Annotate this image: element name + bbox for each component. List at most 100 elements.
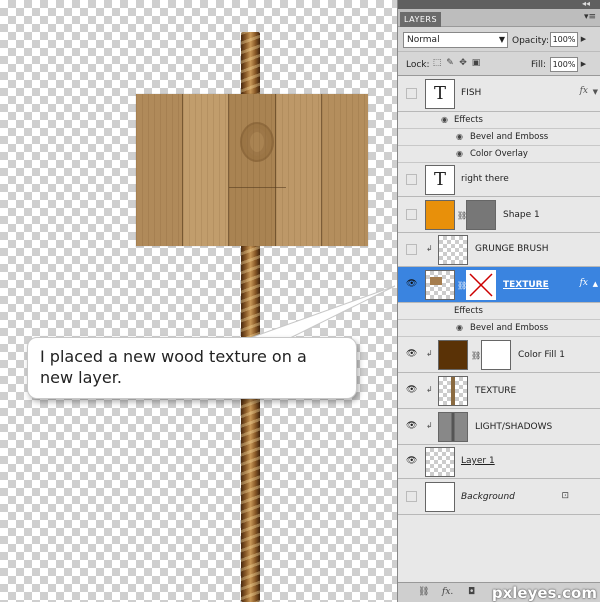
add-mask-icon[interactable]: ◘ [468,587,475,597]
effects-label: Effects [454,306,483,316]
background-thumb [425,482,455,512]
layer-fish[interactable]: T FISH fx ▼ [398,76,600,112]
eye-icon[interactable]: 👁 [406,349,417,360]
layer-thumb [438,235,468,265]
opacity-input[interactable]: 100% [550,32,578,47]
text-layer-thumb: T [425,165,455,195]
lock-position-icon[interactable]: ✥ [458,58,468,69]
texture-thumb [425,270,455,300]
fx-icon[interactable]: fx [580,86,588,96]
link-layers-icon[interactable]: ⛓ [418,587,429,597]
effect-label: Color Overlay [470,149,528,159]
effect-label: Bevel and Emboss [470,132,549,142]
layer-right-there[interactable]: T right there [398,163,600,197]
panel-title-bar: ◂◂ [398,0,600,9]
visibility-toggle[interactable] [406,174,417,185]
clipping-arrow-icon: ↲ [426,385,433,394]
visibility-toggle[interactable] [406,491,417,502]
effect-color-overlay[interactable]: ◉ Color Overlay [398,146,600,163]
eye-icon[interactable]: 👁 [406,421,417,432]
layer-name: right there [461,174,509,184]
lock-icon: ⊡ [561,491,569,501]
effects-row[interactable]: ◉ Effects [398,112,600,129]
lock-row: Lock: ⬚ ✎ ✥ ▣ Fill: 100% ▶ [398,52,600,76]
layer-shape-1[interactable]: ⛓ Shape 1 [398,197,600,233]
callout-pointer [250,285,396,343]
panel-bottom-bar: ⛓ fx. ◘ pxleyes.com [398,582,600,602]
eye-icon[interactable]: 👁 [406,279,417,290]
layer-1[interactable]: 👁 Layer 1 [398,445,600,479]
fill-arrow-icon[interactable]: ▶ [579,57,588,72]
layer-light-shadows[interactable]: 👁 ↲ LIGHT/SHADOWS [398,409,600,445]
document-canvas[interactable]: I placed a new wood texture on a new lay… [0,0,397,602]
eye-icon[interactable]: ◉ [456,149,463,158]
chevron-down-icon[interactable]: ▼ [593,88,598,96]
blend-row: Normal ▼ Opacity: 100% ▶ [398,27,600,52]
fx-icon[interactable]: fx [580,278,588,288]
tab-layers[interactable]: LAYERS [400,12,442,27]
visibility-toggle[interactable] [406,244,417,255]
layers-panel: ◂◂ LAYERS ▾≡ Normal ▼ Opacity: 100% ▶ Lo… [397,0,600,602]
chevron-down-icon: ▼ [498,35,505,44]
pole-thumb-stroke [451,377,455,405]
opacity-label: Opacity: [512,36,549,46]
clipping-arrow-icon: ↲ [426,244,433,253]
layer-color-fill-1[interactable]: 👁 ↲ ⛓ Color Fill 1 [398,337,600,373]
fill-input[interactable]: 100% [550,57,578,72]
plank [136,94,183,246]
visibility-toggle[interactable] [406,209,417,220]
layer-name: Layer 1 [461,456,495,466]
collapse-icon[interactable]: ◂◂ [582,0,590,8]
effect-bevel-emboss[interactable]: ◉ Bevel and Emboss [398,129,600,146]
callout-text: I placed a new wood texture on a new lay… [40,347,307,387]
blend-mode-select[interactable]: Normal ▼ [403,32,508,48]
wood-knot [240,122,274,162]
chain-link-icon[interactable]: ⛓ [471,351,481,360]
eye-icon[interactable]: ◉ [456,132,463,141]
layer-name: FISH [461,88,482,98]
eye-icon[interactable]: 👁 [406,456,417,467]
layer-thumb [425,447,455,477]
layer-texture-selected[interactable]: 👁 ↲ ⛓ TEXTURE fx ▲ [398,267,600,303]
text-layer-thumb: T [425,79,455,109]
opacity-arrow-icon[interactable]: ▶ [579,32,588,47]
shape-color-thumb [425,200,455,230]
effects-row[interactable]: Effects [398,303,600,320]
add-style-icon[interactable]: fx. [442,587,453,597]
plank [182,94,230,246]
clipping-arrow-icon: ↲ [426,349,433,358]
effect-label: Bevel and Emboss [470,323,549,333]
lock-label: Lock: [406,60,430,70]
eye-icon[interactable]: 👁 [406,385,417,396]
visibility-toggle[interactable] [406,88,417,99]
panel-menu-icon[interactable]: ▾≡ [584,12,596,22]
panel-tab-row: LAYERS ▾≡ [398,9,600,27]
texture-thumb-wood [430,277,442,285]
layer-texture[interactable]: 👁 ↲ TEXTURE [398,373,600,409]
tutorial-callout: I placed a new wood texture on a new lay… [27,337,357,399]
layer-background[interactable]: Background ⊡ [398,479,600,515]
effect-bevel-emboss[interactable]: ◉ Bevel and Emboss [398,320,600,337]
lock-all-icon[interactable]: ▣ [471,58,481,69]
layer-name: Shape 1 [503,210,540,220]
fill-label: Fill: [531,60,547,70]
eye-icon[interactable]: ◉ [441,115,448,124]
empty-mask-icon [469,273,493,297]
layer-grunge-brush[interactable]: ↲ GRUNGE BRUSH [398,233,600,267]
watermark: pxleyes.com [491,584,597,602]
layer-mask-thumb [466,270,496,300]
wooden-sign-board [136,94,368,246]
lock-transparent-pixels-icon[interactable]: ⬚ [432,58,442,69]
layer-name: GRUNGE BRUSH [475,244,549,254]
plank-joint [229,94,286,246]
layer-mask-thumb [481,340,511,370]
layer-name: TEXTURE [475,386,517,396]
blend-mode-value: Normal [407,35,440,45]
vector-mask-thumb [466,200,496,230]
lock-image-pixels-icon[interactable]: ✎ [445,58,455,69]
eye-icon[interactable]: ◉ [456,323,463,332]
layer-name: TEXTURE [503,280,549,290]
chevron-up-icon[interactable]: ▲ [593,280,598,288]
layers-list: T FISH fx ▼ ◉ Effects ◉ Bevel and Emboss… [398,76,600,582]
layer-name: Background [461,492,515,502]
